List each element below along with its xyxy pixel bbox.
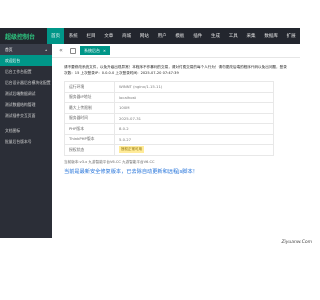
sidebar-header-label: 首页 [5,46,13,52]
sidebar: 首页 ▴ 欢迎后台 后台工作台配置 后台设计器后台模块化配置 测试后端数据调试 … [0,44,52,238]
sidebar-item-plugin-page[interactable]: 测试插件交互页面 [0,110,52,121]
nav-articles[interactable]: 文章 [100,28,118,44]
sidebar-item-version[interactable]: 批量后台版本号 [0,136,52,147]
info-key: PHP版本 [64,123,115,135]
table-row: 服务器时间 2025-07-31 [64,112,274,124]
main-content: « 系统后台 ✕ 请不要修改系统文件，以免升级出现异常！本程序不作暴利的交易，请… [52,44,300,238]
version-info: 当前版本:v3.x 九游智能平台V6.CC 九游智能平台V6.CC [64,159,155,164]
sidebar-header-home[interactable]: 首页 ▴ [0,44,52,55]
close-icon[interactable]: ✕ [103,49,106,53]
sidebar-item-doc-icons[interactable]: 文档图标 [0,125,52,136]
app-logo[interactable]: 超级控制台 [0,28,47,44]
table-row: 最大上传限制 100M [64,102,274,114]
info-key: 运行环境 [64,81,115,93]
info-key: 授权状态 [64,144,115,156]
info-value: 100M [114,102,274,114]
sidebar-item-debug[interactable]: 测试后端数据调试 [0,88,52,99]
info-key: ThinkPHP版本 [64,133,115,145]
welcome-panel: 请不要修改系统文件，以免升级出现异常！本程序不作暴利的交易，请对付费交易的每个人… [52,58,300,175]
nav-extend[interactable]: 扩展 [282,28,300,44]
top-nav: 首页 系统 栏目 文章 商城 网站 用户 模板 插件 生成 工具 采集 数据库 … [46,28,300,44]
info-key: 服务器时间 [64,112,115,124]
nav-system[interactable]: 系统 [64,28,82,44]
admin-window: 超级控制台 首页 系统 栏目 文章 商城 网站 用户 模板 插件 生成 工具 采… [0,28,300,238]
notice-text: 请不要修改系统文件，以免升级出现异常！本程序不作暴利的交易，请对付费交易的每个人… [64,65,287,75]
nav-collect[interactable]: 采集 [242,28,260,44]
top-navbar: 超级控制台 首页 系统 栏目 文章 商城 网站 用户 模板 插件 生成 工具 采… [0,28,300,44]
table-row: 服务器IP地址 localhost [64,91,274,103]
table-row: ThinkPHP版本 5.0.27 [64,133,274,145]
tab-label: 系统后台 [84,47,100,53]
nav-templates[interactable]: 模板 [171,28,189,44]
home-icon[interactable] [70,47,76,54]
sidebar-item-welcome[interactable]: 欢迎后台 [0,55,52,66]
nav-home[interactable]: 首页 [46,28,65,44]
table-row: 授权状态 授权正常可用 [64,144,274,156]
sidebar-item-designer[interactable]: 后台设计器后台模块化配置 [0,77,52,88]
server-info-table: 运行环境 WINNT (nginx/1.15.11) 服务器IP地址 local… [64,81,274,156]
info-key: 最大上传限制 [64,102,115,114]
license-status-badge: 授权正常可用 [119,146,144,154]
info-value: WINNT (nginx/1.15.11) [114,81,274,93]
update-message: 当前是最新安全修复版本，已去除自动更新和远程js脚本！ [64,168,198,175]
tab-system-home[interactable]: 系统后台 ✕ [80,46,110,55]
nav-users[interactable]: 用户 [153,28,171,44]
nav-generate[interactable]: 生成 [207,28,225,44]
tab-bar: « 系统后台 ✕ [52,44,300,58]
watermark-text: Ziyuanw.Com [281,240,312,245]
info-key: 服务器IP地址 [64,91,115,103]
table-row: 运行环境 WINNT (nginx/1.15.11) [64,81,274,93]
info-value: 8.0.2 [114,123,274,135]
nav-tools[interactable]: 工具 [224,28,242,44]
info-value: 2025-07-31 [114,112,274,124]
sidebar-item-data-structure[interactable]: 测试数据结构管理 [0,99,52,110]
nav-site[interactable]: 网站 [135,28,153,44]
chevron-up-icon: ▴ [45,47,47,52]
nav-database[interactable]: 数据库 [260,28,282,44]
sidebar-item-workbench[interactable]: 后台工作台配置 [0,66,52,77]
nav-mall[interactable]: 商城 [118,28,136,44]
info-value: localhost [114,91,274,103]
tab-prev-button[interactable]: « [56,46,66,56]
nav-plugins[interactable]: 插件 [189,28,207,44]
info-value: 授权正常可用 [114,144,274,156]
nav-columns[interactable]: 栏目 [82,28,100,44]
info-value: 5.0.27 [114,133,274,145]
table-row: PHP版本 8.0.2 [64,123,274,135]
